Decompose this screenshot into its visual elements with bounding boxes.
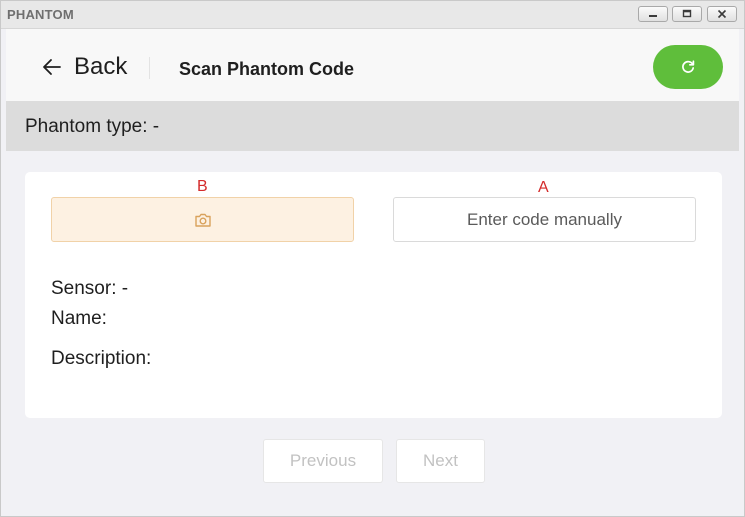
phantom-type-label: Phantom type: - — [25, 116, 160, 137]
app-window: PHANTOM Back Scan Phantom Code Phantom t… — [0, 0, 745, 517]
close-icon — [717, 9, 727, 19]
window-titlebar[interactable]: PHANTOM — [1, 1, 744, 29]
previous-button[interactable]: Previous — [263, 439, 383, 483]
sensor-label: Sensor: - — [51, 278, 129, 299]
back-button[interactable]: Back — [41, 53, 127, 81]
marker-b: B — [197, 178, 208, 195]
scan-card: B A Enter code manually Sensor: - Name: … — [25, 172, 722, 418]
close-button[interactable] — [707, 6, 737, 22]
refresh-icon — [682, 60, 695, 73]
enter-code-manually-button[interactable]: Enter code manually — [393, 197, 696, 242]
name-label: Name: — [51, 308, 107, 329]
main-content: Back Scan Phantom Code Phantom type: - B… — [6, 29, 739, 513]
marker-a: A — [538, 179, 549, 196]
window-title: PHANTOM — [7, 7, 74, 22]
maximize-button[interactable] — [672, 6, 702, 22]
page-header: Back Scan Phantom Code — [6, 29, 739, 101]
next-button[interactable]: Next — [396, 439, 485, 483]
minimize-icon — [649, 15, 657, 17]
page-title: Scan Phantom Code — [179, 59, 355, 79]
maximize-icon — [682, 9, 692, 18]
camera-icon — [194, 213, 211, 227]
phantom-type-bar: Phantom type: - — [6, 101, 739, 151]
scan-camera-button[interactable] — [51, 197, 354, 242]
minimize-button[interactable] — [638, 6, 668, 22]
refresh-button[interactable] — [653, 45, 723, 89]
header-divider — [149, 57, 150, 79]
back-label: Back — [74, 53, 128, 80]
description-label: Description: — [51, 348, 152, 369]
arrow-left-icon — [43, 59, 61, 75]
